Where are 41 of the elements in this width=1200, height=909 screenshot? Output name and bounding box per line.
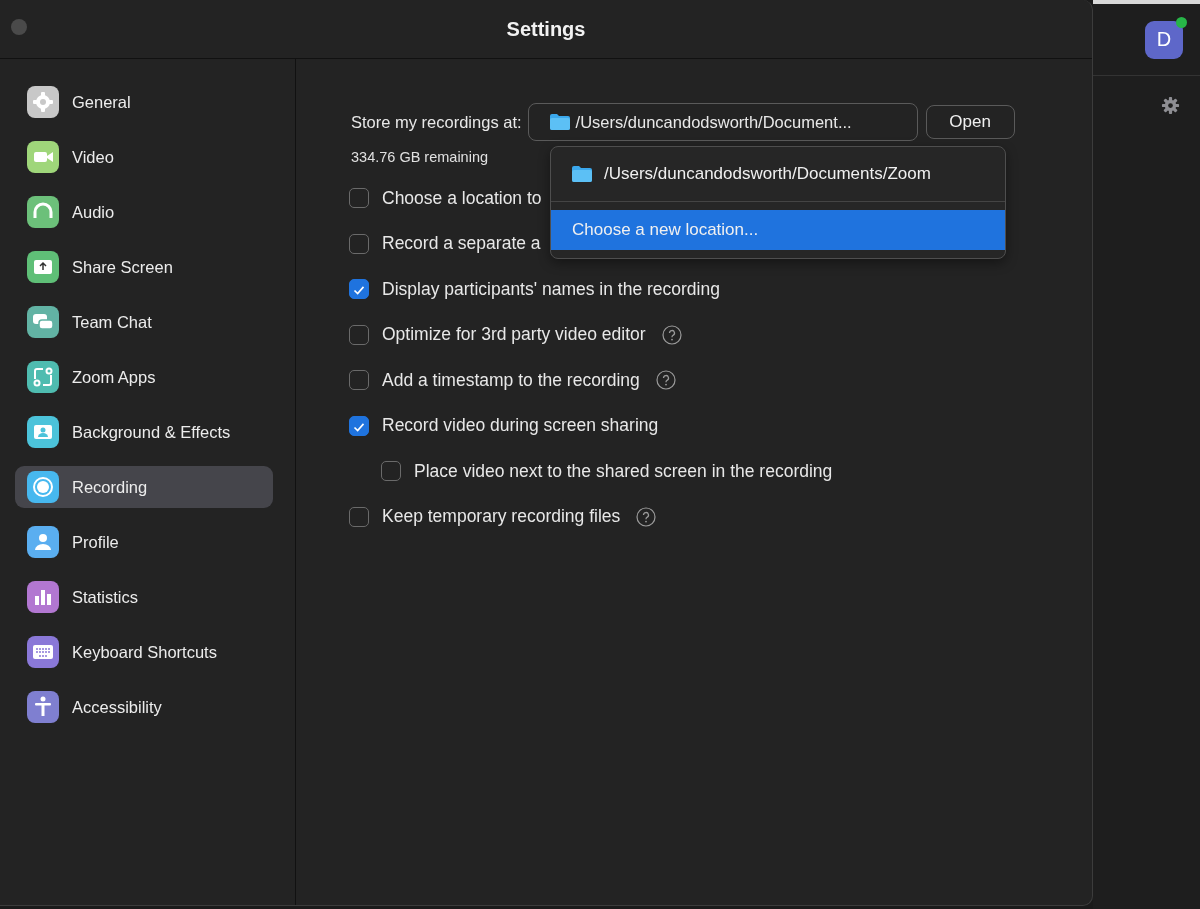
window-close-button[interactable]	[11, 19, 27, 35]
sidebar-item[interactable]: Team Chat	[15, 301, 273, 343]
checkbox[interactable]	[349, 370, 369, 390]
sidebar-item[interactable]: Video	[15, 136, 273, 178]
sidebar-item[interactable]: Background & Effects	[15, 411, 273, 453]
help-icon[interactable]	[655, 370, 676, 390]
checkbox[interactable]	[349, 233, 369, 254]
option-label: Record video during screen sharing	[382, 415, 659, 436]
checkbox[interactable]	[381, 461, 401, 481]
sidebar-item[interactable]: Zoom Apps	[15, 356, 273, 398]
option-label: Add a timestamp to the recording	[382, 369, 640, 391]
option-label: Place video next to the shared screen in the recording	[414, 460, 833, 482]
open-button[interactable]: Open	[925, 105, 1015, 139]
checkbox[interactable]	[349, 188, 369, 208]
window-title: Settings	[506, 17, 586, 41]
option-label: Choose a location to	[382, 187, 542, 209]
option-label: Record a separate a	[382, 233, 541, 254]
sidebar-item[interactable]: Keyboard Shortcuts	[15, 631, 273, 673]
folder-icon	[572, 166, 592, 182]
sidebar-item[interactable]: Statistics	[15, 576, 273, 618]
option-label: Display participants' names in the recording	[382, 278, 720, 300]
sidebar-item[interactable]: Audio	[15, 191, 273, 233]
sidebar-item[interactable]: General	[15, 81, 273, 123]
checkbox[interactable]	[349, 506, 369, 527]
sidebar-item[interactable]: Share Screen	[15, 246, 273, 288]
option-label: Keep temporary recording files	[382, 506, 621, 527]
help-icon[interactable]	[636, 506, 657, 527]
sidebar-item[interactable]: Profile	[15, 521, 273, 563]
sidebar-item[interactable]: Accessibility	[15, 686, 273, 728]
sidebar-item[interactable]: Recording	[15, 466, 273, 508]
store-location-label: Store my recordings at:	[351, 112, 522, 132]
checkbox[interactable]	[349, 415, 369, 436]
location-dropdown[interactable]: /Users/duncandodsworth/Document...	[527, 103, 918, 141]
help-icon[interactable]	[661, 324, 682, 345]
checkbox[interactable]	[349, 324, 369, 345]
menu-item[interactable]: Choose a new location...	[551, 210, 1005, 250]
folder-icon	[549, 114, 570, 130]
checkbox[interactable]	[349, 279, 369, 299]
option-label: Optimize for 3rd party video editor	[382, 324, 646, 345]
menu-item[interactable]: /Users/duncandodsworth/Documents/Zoom	[551, 147, 1005, 201]
storage-remaining-text: 334.76 GB remaining	[351, 149, 490, 165]
